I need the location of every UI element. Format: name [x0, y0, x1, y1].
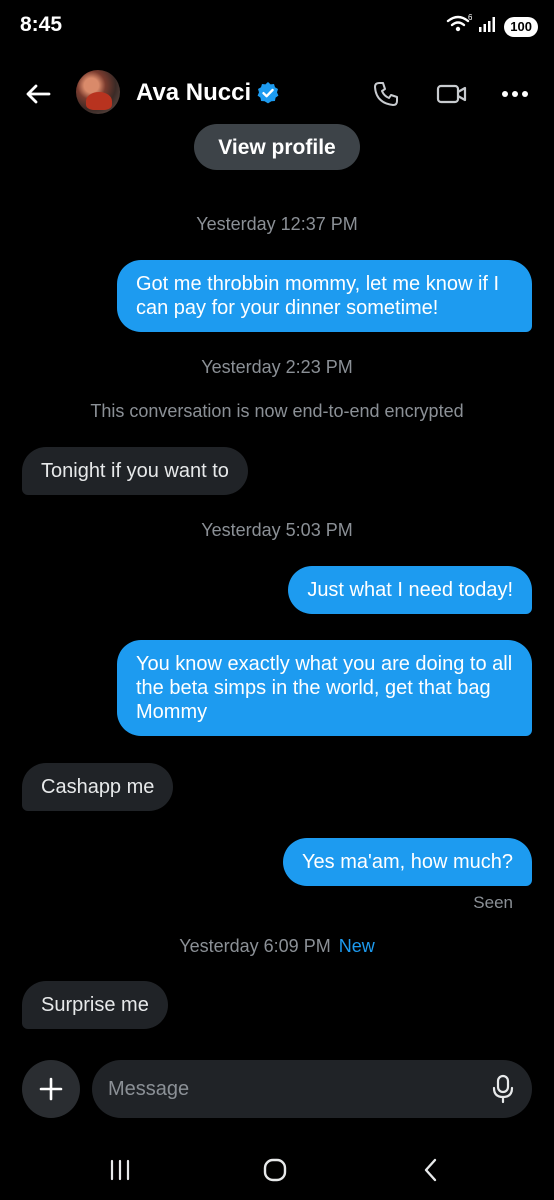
message-timestamp-row: Yesterday 6:09 PM New — [0, 936, 554, 957]
status-icons: 6 100 — [446, 13, 538, 39]
seen-receipt: Seen — [473, 893, 513, 912]
status-time: 8:45 — [20, 13, 63, 36]
conversation-header: Ava Nucci — [0, 62, 554, 126]
microphone-icon — [492, 1074, 514, 1104]
phone-icon — [374, 82, 398, 106]
network-generation-label: 6 — [468, 14, 472, 22]
view-profile-button[interactable]: View profile — [194, 124, 360, 170]
dm-conversation-screen: 8:45 6 100 Ava Nucci View profile Yester… — [0, 0, 554, 1200]
outgoing-message[interactable]: Got me throbbin mommy, let me know if I … — [117, 260, 532, 332]
phone-call-button[interactable] — [368, 76, 404, 112]
message-timestamp: Yesterday 2:23 PM — [201, 357, 353, 377]
voice-message-button[interactable] — [486, 1072, 520, 1106]
message-timestamp: Yesterday 6:09 PM — [179, 936, 331, 956]
message-timestamp: Yesterday 12:37 PM — [196, 214, 358, 234]
incoming-message[interactable]: Cashapp me — [22, 763, 174, 811]
message-timestamp: Yesterday 5:03 PM — [201, 520, 353, 540]
battery-indicator: 100 — [504, 16, 538, 37]
plus-icon — [39, 1077, 63, 1101]
more-dots-icon — [502, 91, 528, 97]
encryption-notice: This conversation is now end-to-end encr… — [90, 401, 464, 421]
message-input[interactable] — [92, 1060, 532, 1118]
incoming-message[interactable]: Surprise me — [22, 981, 168, 1029]
add-attachment-button[interactable] — [22, 1060, 80, 1118]
chevron-left-icon — [424, 1158, 437, 1182]
contact-name[interactable]: Ava Nucci — [136, 79, 251, 107]
home-button[interactable] — [253, 1152, 297, 1188]
video-call-button[interactable] — [434, 76, 470, 112]
outgoing-message[interactable]: You know exactly what you are doing to a… — [117, 640, 532, 736]
arrow-left-icon — [26, 84, 51, 104]
wifi-icon: 6 — [446, 13, 473, 39]
outgoing-message[interactable]: Just what I need today! — [288, 566, 532, 614]
outgoing-message[interactable]: Yes ma'am, how much? — [283, 838, 532, 886]
status-bar: 8:45 6 100 — [0, 0, 554, 54]
video-camera-icon — [436, 84, 467, 104]
home-icon — [263, 1158, 287, 1182]
back-button[interactable] — [20, 76, 56, 112]
recents-button[interactable] — [98, 1152, 142, 1188]
system-back-button[interactable] — [409, 1152, 453, 1188]
incoming-message[interactable]: Tonight if you want to — [22, 447, 248, 495]
signal-icon — [478, 15, 498, 38]
system-navigation-bar — [0, 1140, 554, 1200]
new-messages-badge: New — [338, 936, 375, 956]
verified-badge-icon — [256, 81, 280, 105]
more-options-button[interactable] — [497, 76, 533, 112]
avatar[interactable] — [76, 70, 120, 114]
recents-icon — [110, 1159, 130, 1181]
